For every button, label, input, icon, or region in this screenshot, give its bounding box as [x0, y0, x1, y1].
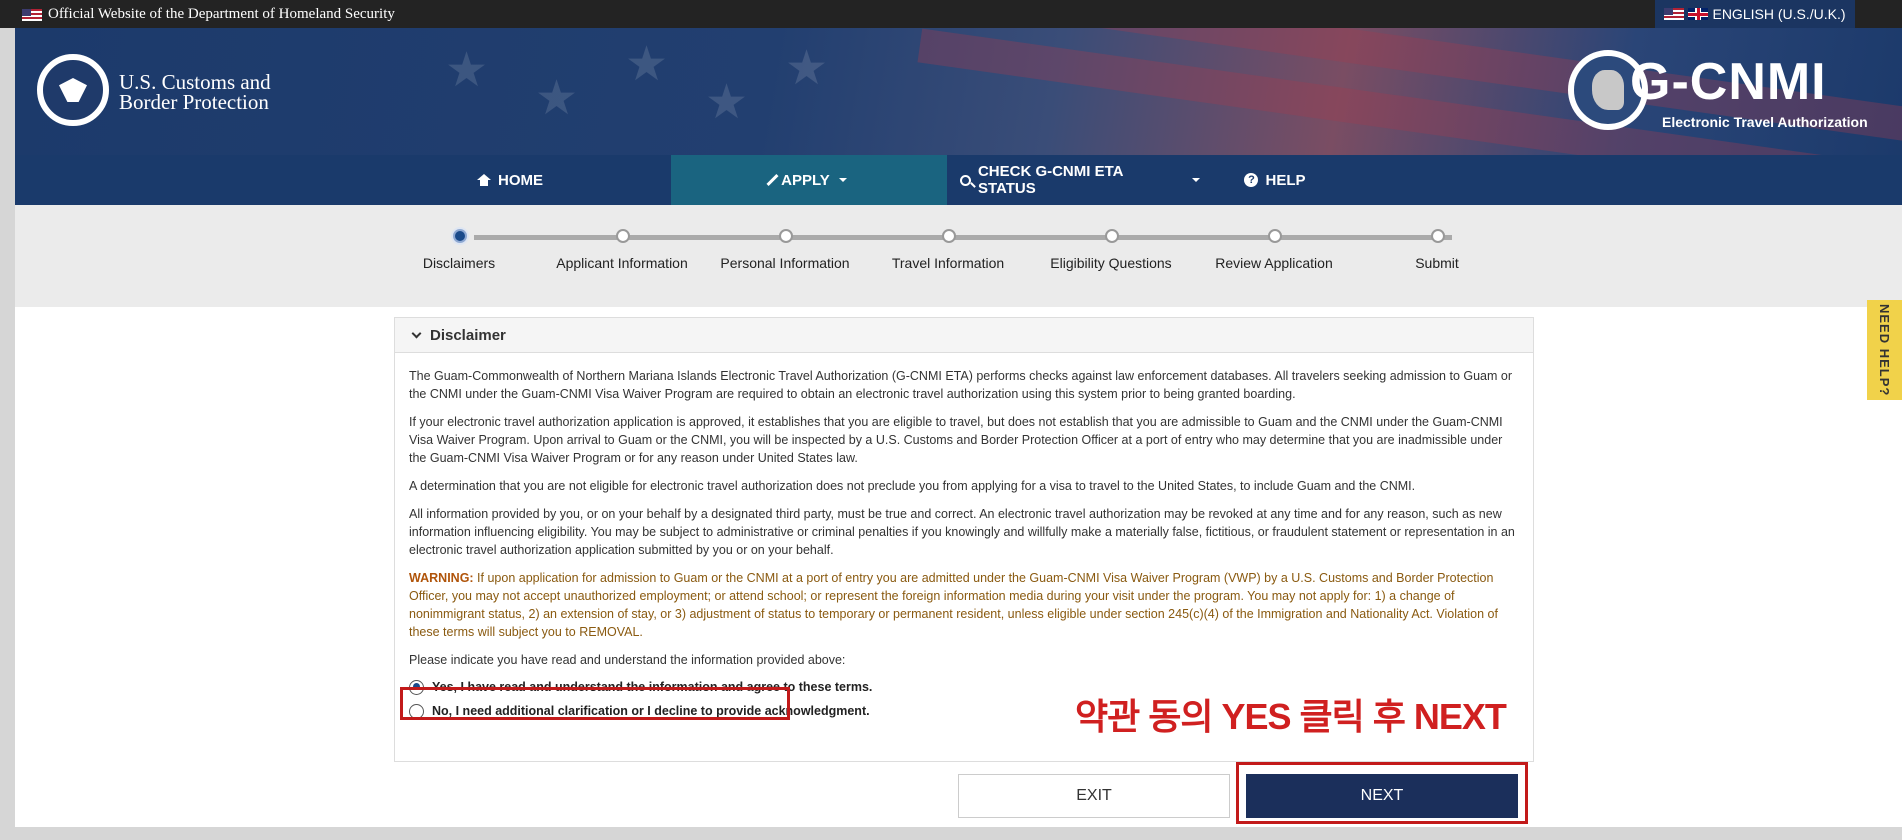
nav-home-label: HOME	[498, 171, 543, 189]
g-cnmi-eta-logo[interactable]: G-CNMI Electronic Travel Authorization	[1568, 50, 1868, 130]
nav-check-status-label: CHECK G-CNMI ETA STATUS	[977, 163, 1123, 197]
eta-logo-subtitle: Electronic Travel Authorization	[1662, 114, 1868, 130]
dhs-seal-logo[interactable]	[37, 54, 109, 126]
star-decoration-icon: ★	[785, 42, 829, 95]
option-yes-label: Yes, I have read and understand the info…	[432, 680, 873, 694]
language-label: ENGLISH (U.S./U.K.)	[1712, 6, 1846, 22]
warning-text: If upon application for admission to Gua…	[409, 571, 1498, 639]
official-site-text: Official Website of the Department of Ho…	[48, 6, 395, 22]
main-nav: HOME APPLY CHECK G-CNMI ETA STATUS ? HEL…	[15, 155, 1902, 205]
home-icon	[477, 174, 491, 186]
caret-down-icon	[838, 178, 847, 182]
eagle-icon	[59, 78, 87, 102]
step-dot	[942, 229, 956, 243]
nav-check-status[interactable]: CHECK G-CNMI ETA STATUS	[960, 155, 1200, 205]
application-progress: Disclaimers Applicant Information Person…	[15, 205, 1902, 307]
need-help-tab[interactable]: NEED HELP?	[1867, 300, 1902, 400]
acknowledgment-prompt: Please indicate you have read and unders…	[409, 653, 846, 667]
step-dot	[616, 229, 630, 243]
instruction-annotation: 약관 동의 YES 클릭 후 NEXT	[1075, 696, 1507, 737]
exit-button[interactable]: EXIT	[958, 774, 1230, 818]
pencil-icon	[766, 173, 779, 187]
disclaimer-title: Disclaimer	[430, 326, 506, 344]
disclaimer-body: The Guam-Commonwealth of Northern Marian…	[395, 353, 1533, 723]
step-dot-current	[453, 229, 467, 243]
step-label: Eligibility Questions	[1050, 255, 1172, 271]
official-site-notice: Official Website of the Department of Ho…	[22, 6, 395, 23]
chevron-down-icon	[411, 328, 422, 338]
official-site-bar: Official Website of the Department of Ho…	[0, 0, 1902, 28]
question-circle-icon: ?	[1244, 173, 1259, 187]
cbp-agency-name[interactable]: U.S. Customs and Border Protection	[119, 70, 271, 114]
dhs-seal-inner	[41, 58, 105, 122]
star-decoration-icon: ★	[445, 44, 489, 97]
us-flag-icon	[22, 8, 42, 21]
step-dot	[1268, 229, 1282, 243]
search-icon	[960, 174, 971, 186]
us-flag-icon	[1664, 8, 1685, 20]
uk-flag-icon	[1688, 8, 1709, 20]
radio-no[interactable]	[409, 703, 424, 719]
star-decoration-icon: ★	[625, 38, 669, 91]
main-content: Disclaimer The Guam-Commonwealth of Nort…	[15, 307, 1902, 827]
caret-down-icon	[1192, 178, 1200, 182]
disclaimer-panel: Disclaimer The Guam-Commonwealth of Nort…	[394, 317, 1534, 762]
step-dot	[1431, 229, 1445, 243]
radio-yes[interactable]	[409, 679, 424, 695]
nav-apply[interactable]: APPLY	[671, 155, 947, 205]
step-dot	[779, 229, 793, 243]
site-header: ★ ★ ★ ★ ★ U.S. Customs and Border Protec…	[15, 28, 1902, 155]
warning-paragraph: WARNING: If upon application for admissi…	[409, 569, 1521, 641]
option-no-label: No, I need additional clarification or I…	[432, 704, 870, 718]
nav-apply-label: APPLY	[781, 171, 830, 189]
disclaimer-paragraph-1: The Guam-Commonwealth of Northern Marian…	[409, 369, 1513, 401]
nav-home[interactable]: HOME	[450, 155, 570, 205]
star-decoration-icon: ★	[705, 76, 749, 129]
step-label: Applicant Information	[556, 255, 688, 271]
step-label: Travel Information	[891, 255, 1005, 271]
next-button[interactable]: NEXT	[1246, 774, 1518, 818]
nav-help[interactable]: ? HELP	[1225, 155, 1325, 205]
nav-help-label: HELP	[1265, 171, 1306, 189]
star-decoration-icon: ★	[535, 72, 579, 125]
step-label: Disclaimers	[422, 255, 496, 271]
step-label: Personal Information	[720, 255, 850, 271]
eta-logo-title: G-CNMI	[1630, 53, 1827, 111]
agency-name-line1: U.S. Customs and	[119, 70, 271, 94]
page: Official Website of the Department of Ho…	[0, 0, 1902, 840]
warning-label: WARNING:	[409, 571, 474, 585]
step-label: Review Application	[1215, 255, 1333, 271]
disclaimer-paragraph-3: A determination that you are not eligibl…	[409, 479, 1416, 493]
step-dot	[1105, 229, 1119, 243]
disclaimer-paragraph-4: All information provided by you, or on y…	[409, 507, 1515, 557]
agency-name-line2: Border Protection	[119, 90, 269, 114]
disclaimer-panel-header[interactable]: Disclaimer	[395, 318, 1533, 353]
step-label: Submit	[1415, 255, 1459, 271]
language-selector[interactable]: ENGLISH (U.S./U.K.)	[1655, 0, 1855, 28]
disclaimer-paragraph-2: If your electronic travel authorization …	[409, 415, 1503, 465]
